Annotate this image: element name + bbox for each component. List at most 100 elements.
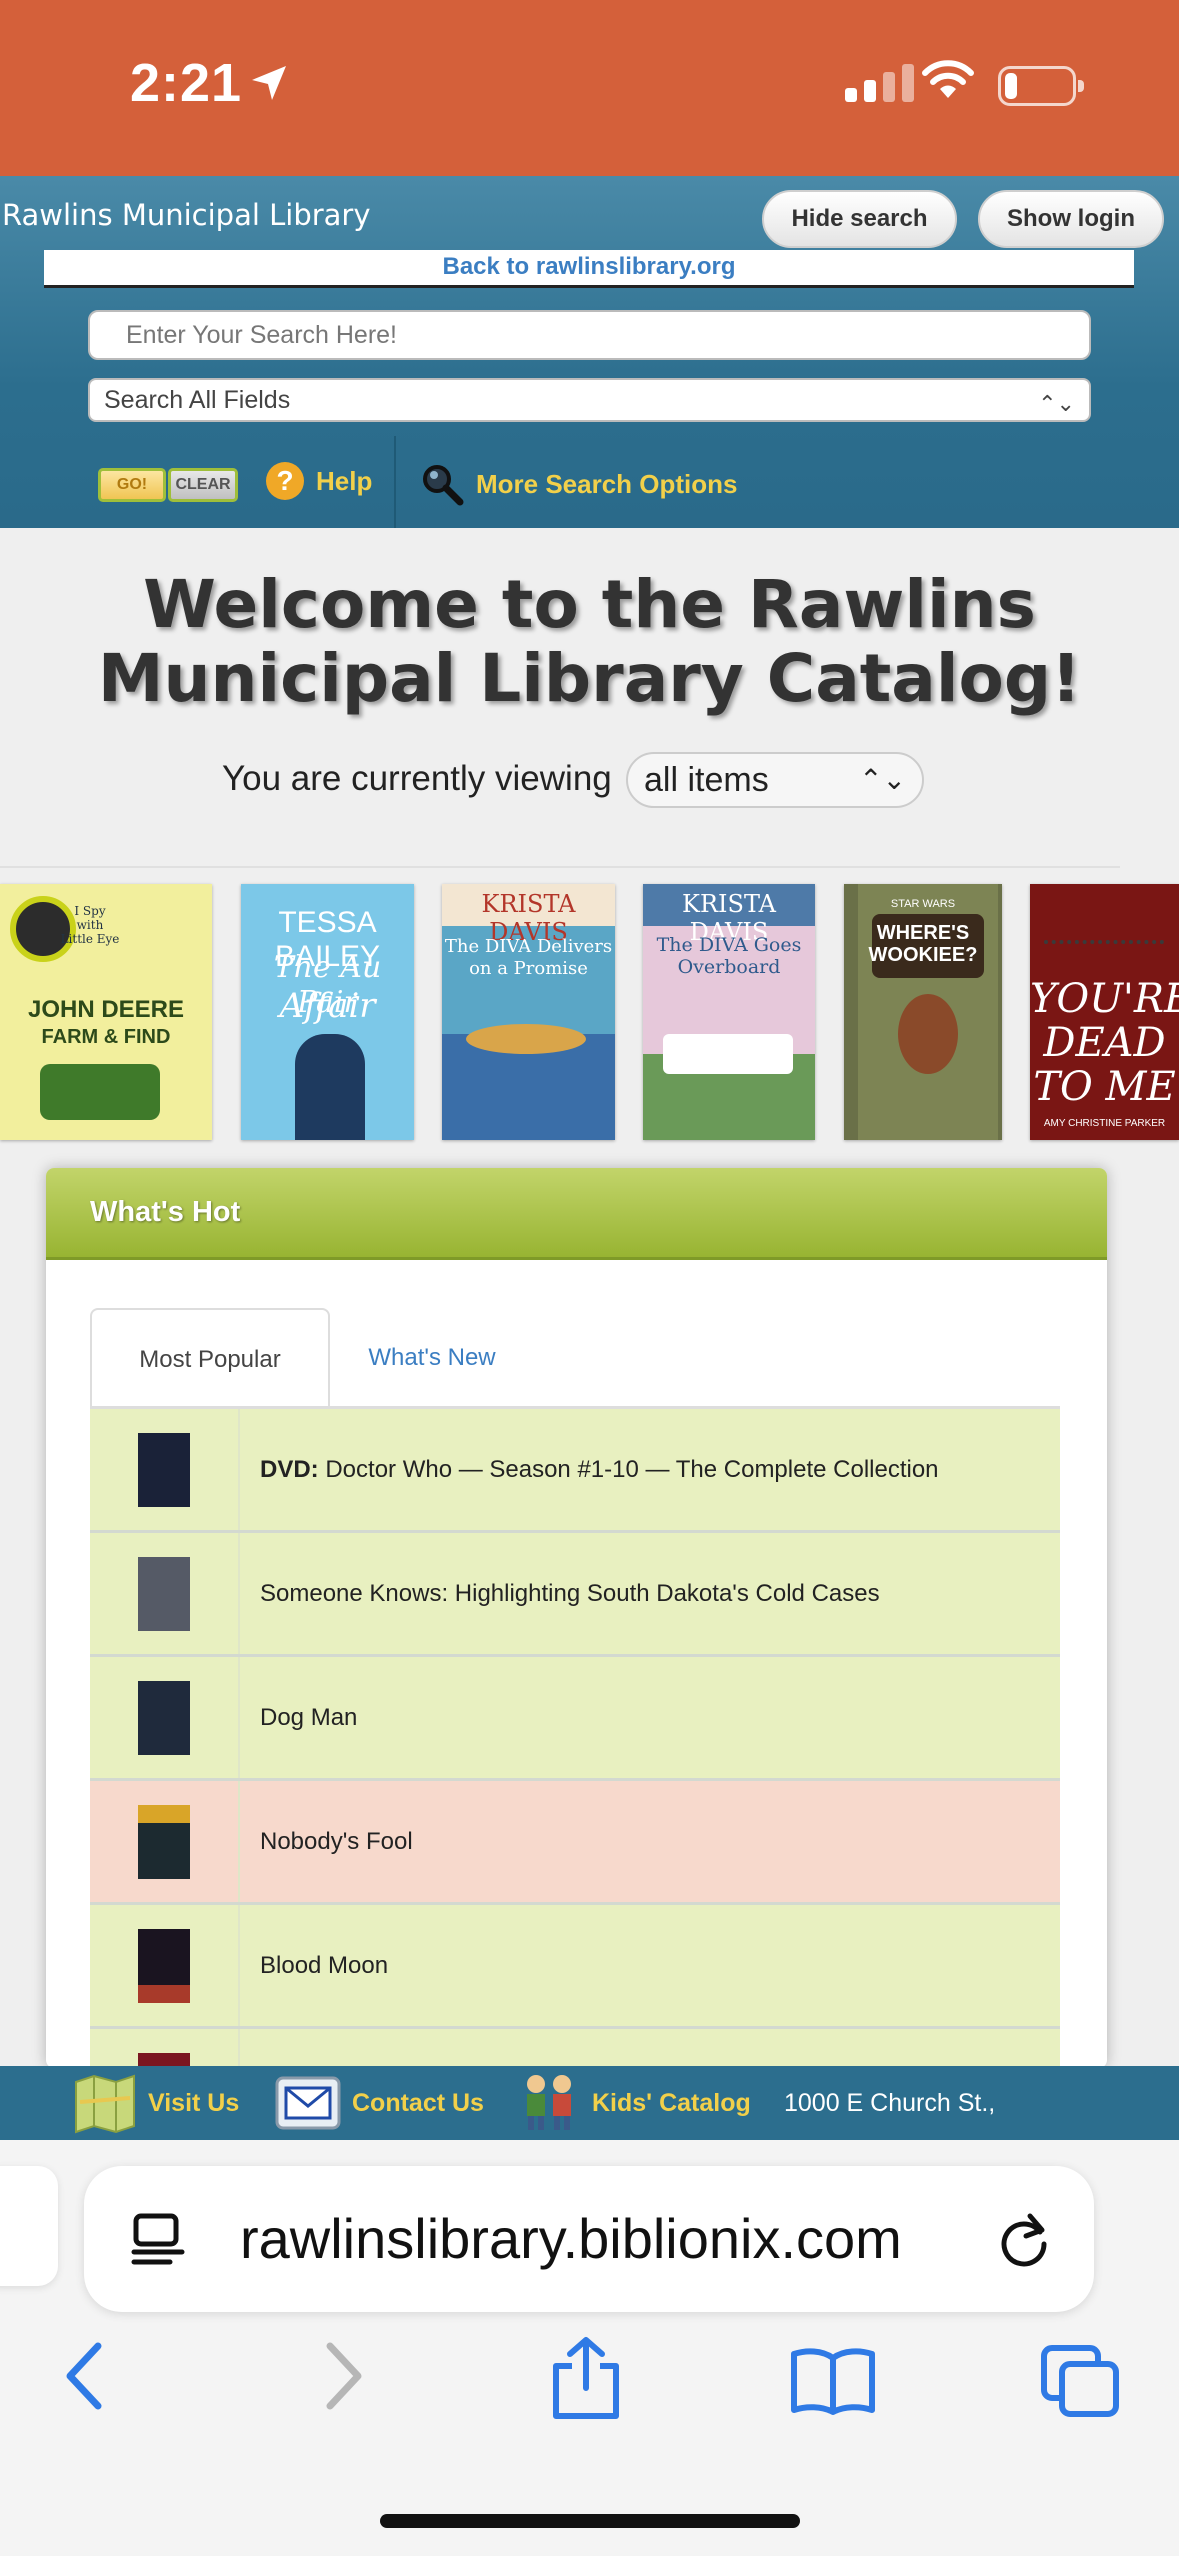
cover-title: FARM & FIND	[41, 1026, 171, 1048]
cell-signal-icon	[845, 64, 914, 102]
item-title: Someone Knows: Highlighting South Dakota…	[260, 1580, 880, 1607]
library-header: Rawlins Municipal Library Hide search Sh…	[0, 176, 1179, 528]
thumbnail-cell	[90, 1905, 240, 2026]
search-input[interactable]: Enter Your Search Here!	[88, 310, 1091, 360]
item-thumbnail	[138, 1557, 190, 1631]
divider	[0, 866, 1120, 868]
location-arrow-icon	[252, 66, 286, 100]
item-thumbnail	[138, 1929, 190, 2003]
help-icon: ?	[266, 462, 304, 500]
view-items-value: all items	[644, 761, 769, 799]
list-item[interactable]: Dog Man	[90, 1657, 1060, 1781]
tab-whats-new[interactable]: What's New	[332, 1308, 532, 1408]
page-settings-icon[interactable]	[130, 2212, 186, 2266]
tabs-icon[interactable]	[1040, 2344, 1122, 2420]
go-button[interactable]: GO!	[98, 468, 166, 502]
cover-title: Affair	[279, 986, 376, 1026]
popular-items-list: DVD: Doctor Who — Season #1-10 — The Com…	[90, 1409, 1060, 2068]
thumbnail-cell	[90, 1533, 240, 1654]
url-text: rawlinslibrary.biblionix.com	[240, 2207, 902, 2270]
select-chevron-icon: ⌃⌄	[1038, 391, 1075, 416]
list-item[interactable]: Nobody's Fool	[90, 1781, 1060, 1905]
cover-author: AMY CHRISTINE PARKER	[1043, 1118, 1166, 1129]
page: 2:21 Rawlins Municipal Library Hide sear…	[0, 0, 1179, 2556]
book-cover[interactable]: KRISTA DAVIS The DIVA Delivers on a Prom…	[442, 884, 615, 1140]
cover-title: TO ME	[1033, 1064, 1176, 1110]
book-cover[interactable]: I Spy with Little Eye JOHN DEERE FARM & …	[0, 884, 212, 1140]
help-link[interactable]: ? Help	[266, 462, 372, 500]
more-search-options-link[interactable]: More Search Options	[420, 462, 738, 506]
search-scope-value: Search All Fields	[104, 386, 291, 414]
browser-chrome: rawlinslibrary.biblionix.com	[0, 2140, 1179, 2556]
kids-icon	[527, 2075, 571, 2130]
welcome-heading: Welcome to the Rawlins Municipal Library…	[0, 568, 1179, 716]
item-format: DVD:	[260, 1456, 319, 1483]
whats-hot-panel: What's Hot Most Popular What's New DVD: …	[46, 1168, 1107, 2068]
welcome-line-1: Welcome to the Rawlins	[143, 566, 1036, 643]
cover-small-text: I Spy with Little Eye	[60, 904, 120, 946]
cover-title: WHERE'S	[876, 922, 970, 944]
more-search-options-label: More Search Options	[476, 468, 738, 499]
list-item[interactable]	[90, 2029, 1060, 2068]
clear-button[interactable]: CLEAR	[168, 468, 238, 502]
item-title: Nobody's Fool	[260, 1828, 413, 1855]
item-title: Blood Moon	[260, 1952, 389, 1979]
envelope-icon	[275, 2076, 341, 2130]
thumbnail-cell	[90, 1781, 240, 1902]
back-to-site-link[interactable]: Back to rawlinslibrary.org	[44, 250, 1134, 288]
map-icon	[75, 2074, 135, 2134]
reload-icon[interactable]	[994, 2210, 1054, 2270]
visit-us-label: Visit Us	[148, 2088, 240, 2117]
item-thumbnail	[138, 1433, 190, 1507]
bookmarks-icon[interactable]	[790, 2346, 876, 2416]
whats-hot-header: What's Hot	[46, 1168, 1107, 1260]
kids-catalog-label: Kids' Catalog	[592, 2088, 751, 2117]
visit-us-link[interactable]: Visit Us	[72, 2066, 239, 2140]
back-icon[interactable]	[60, 2336, 110, 2416]
library-name: Rawlins Municipal Library	[2, 198, 371, 232]
viewing-label: You are currently viewing	[222, 759, 612, 798]
wifi-icon	[922, 60, 974, 98]
hide-search-button[interactable]: Hide search	[762, 190, 957, 248]
cover-title: DEAD	[1043, 1020, 1166, 1066]
show-login-button[interactable]: Show login	[978, 190, 1164, 248]
view-items-select[interactable]: all items ⌃⌄	[626, 752, 924, 808]
cover-title: on a Promise	[469, 958, 588, 979]
magnifier-icon	[423, 465, 464, 506]
tab-most-popular[interactable]: Most Popular	[90, 1308, 330, 1408]
kids-catalog-link[interactable]: Kids' Catalog	[516, 2066, 751, 2140]
book-cover[interactable]: STAR WARS WHERE'S WOOKIEE?	[844, 884, 1002, 1140]
item-thumbnail	[138, 1681, 190, 1755]
book-cover[interactable]: YOU'RE DEAD TO ME AMY CHRISTINE PARKER	[1030, 884, 1179, 1140]
list-item[interactable]: DVD: Doctor Who — Season #1-10 — The Com…	[90, 1409, 1060, 1533]
item-title-text: Doctor Who — Season #1-10 — The Complete…	[325, 1456, 939, 1483]
cover-title: The DIVA Delivers	[444, 936, 613, 957]
contact-us-link[interactable]: Contact Us	[274, 2066, 484, 2140]
cover-title: JOHN DEERE	[27, 996, 185, 1023]
whats-hot-heading: What's Hot	[90, 1196, 241, 1228]
item-title: Dog Man	[260, 1704, 358, 1731]
search-toolbar: GO! CLEAR ? Help More Search Options	[0, 436, 1179, 528]
book-cover[interactable]: TESSA BAILEY The Au Pair Affair	[241, 884, 414, 1140]
welcome-line-2: Municipal Library Catalog!	[97, 640, 1082, 717]
toolbar-divider	[394, 436, 396, 528]
thumbnail-cell	[90, 1409, 240, 1530]
cover-small-text: STAR WARS	[890, 898, 956, 910]
library-address: 1000 E Church St.,	[784, 2089, 996, 2117]
thumbnail-cell	[90, 2029, 240, 2068]
address-bar[interactable]: rawlinslibrary.biblionix.com	[84, 2166, 1094, 2312]
select-chevron-icon: ⌃⌄	[859, 764, 906, 795]
search-scope-select[interactable]: Search All Fields ⌃⌄	[88, 378, 1091, 422]
book-cover[interactable]: KRISTA DAVIS The DIVA Goes Overboard	[643, 884, 815, 1140]
home-indicator[interactable]	[380, 2514, 800, 2528]
thumbnail-cell	[90, 1657, 240, 1778]
item-thumbnail	[138, 1805, 190, 1879]
cover-title: WOOKIEE?	[868, 944, 978, 966]
status-time: 2:21	[130, 53, 243, 113]
list-item[interactable]: Blood Moon	[90, 1905, 1060, 2029]
share-icon[interactable]	[548, 2336, 624, 2420]
forward-icon[interactable]	[318, 2336, 368, 2416]
list-item[interactable]: Someone Knows: Highlighting South Dakota…	[90, 1533, 1060, 1657]
previous-tab-peek[interactable]	[0, 2166, 58, 2286]
item-title: DVD: Doctor Who — Season #1-10 — The Com…	[260, 1409, 939, 1530]
